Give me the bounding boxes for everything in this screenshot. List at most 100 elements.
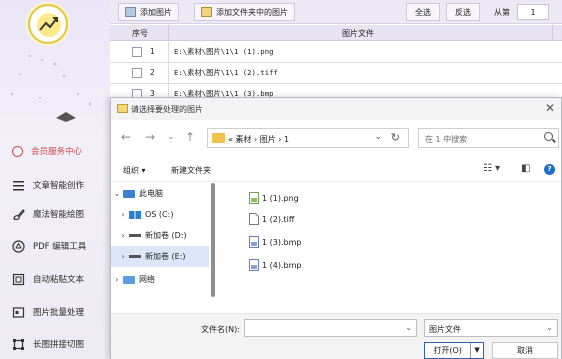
network-icon [123, 275, 135, 284]
select-all-button[interactable]: 全选 [406, 3, 440, 21]
computer-icon [123, 189, 135, 198]
up-arrow-icon[interactable]: ↑ [185, 130, 195, 144]
open-file-dialog: 请选择要处理的图片 ✕ ← → ⌄ ↑ « 素材 › 图片 › 1 ⌄ ↻ 在 … [110, 97, 562, 359]
dialog-folder-icon [117, 104, 128, 113]
tree-item-drive-d[interactable]: › 新加卷 (D:) [111, 225, 209, 246]
row-number: 2 [150, 68, 155, 77]
address-dropdown-icon[interactable]: ⌄ [374, 132, 382, 142]
sidebar-item-pdf-tools[interactable]: PDF 编辑工具 [0, 231, 110, 261]
drive-icon [129, 255, 141, 258]
invert-selection-label: 反选 [455, 7, 471, 17]
cancel-button[interactable]: 取消 [492, 342, 558, 359]
pdf-icon [12, 239, 25, 253]
filename-label: 文件名(N): [201, 325, 240, 334]
tree-item-label: 新加卷 (D:) [145, 231, 187, 240]
image-batch-icon [12, 306, 25, 319]
sidebar-decoration [10, 54, 92, 122]
search-input[interactable]: 在 1 中搜索 [418, 128, 559, 148]
search-icon [544, 132, 553, 141]
navigation-pane: ⌄ 此电脑 › OS (C:) › 新加卷 (D:) › 新加卷 (E:) › … [111, 183, 215, 309]
from-index-input[interactable]: 1 [517, 4, 549, 20]
list-icon [12, 179, 25, 192]
column-header-file: 图片文件 [342, 29, 374, 38]
crop-icon [12, 338, 25, 351]
sidebar-item-article-writing[interactable]: 文章智能创作 [0, 170, 110, 200]
tree-item-drive-e[interactable]: › 新加卷 (E:) [111, 246, 209, 267]
table-row[interactable]: 2 E:\素材\图片\1\1 (2).tiff [110, 63, 562, 84]
open-button-label: 打开(O) [433, 346, 462, 355]
row-checkbox[interactable] [132, 47, 142, 57]
tiff-file-icon [249, 213, 259, 225]
sidebar-item-image-batch[interactable]: 图片批量处理 [0, 297, 110, 327]
preview-pane-icon[interactable]: ◧ [521, 163, 530, 174]
tree-item-this-pc[interactable]: ⌄ 此电脑 [111, 183, 209, 204]
column-header-no: 序号 [132, 29, 148, 38]
drive-icon [129, 210, 141, 219]
organize-button[interactable]: 组织 ▾ [123, 165, 146, 176]
add-folder-images-button[interactable]: 添加文件夹中的图片 [194, 3, 295, 21]
user-icon [12, 145, 23, 157]
filetype-value: 图片文件 [429, 325, 461, 334]
sidebar-item-member-center[interactable]: 会员服务中心 [0, 136, 110, 166]
table-row[interactable]: 1 E:\素材\图片\1\1 (1).png [110, 42, 562, 63]
expand-chevron-icon[interactable]: ⌄ [111, 189, 123, 198]
expand-chevron-icon[interactable]: › [111, 275, 123, 284]
add-folder-images-label: 添加文件夹中的图片 [216, 7, 288, 17]
file-item[interactable]: 1 (4).bmp [249, 256, 301, 274]
file-item[interactable]: 1 (1).png [249, 189, 299, 207]
filename-input[interactable]: ⌄ [244, 319, 417, 337]
row-file-path: E:\素材\图片\1\1 (2).tiff [174, 68, 278, 77]
invert-selection-button[interactable]: 反选 [446, 3, 480, 21]
chevron-down-icon[interactable]: ⌄ [405, 323, 412, 332]
add-image-button[interactable]: 添加图片 [118, 3, 179, 21]
dialog-navbar: ← → ⌄ ↑ « 素材 › 图片 › 1 ⌄ ↻ 在 1 中搜索 [111, 124, 561, 152]
file-name: 1 (1).png [262, 193, 299, 203]
new-folder-button[interactable]: 新建文件夹 [171, 165, 211, 176]
expand-chevron-icon[interactable]: › [117, 231, 129, 240]
png-file-icon [249, 192, 259, 204]
tree-item-network[interactable]: › 网络 [111, 269, 209, 290]
tree-item-drive-c[interactable]: › OS (C:) [111, 204, 209, 225]
back-arrow-icon[interactable]: ← [121, 130, 131, 144]
help-icon[interactable]: ? [544, 164, 555, 175]
file-item[interactable]: 1 (2).tiff [249, 210, 294, 228]
open-button[interactable]: 打开(O) ▼ [424, 342, 484, 359]
file-name: 1 (2).tiff [262, 214, 295, 224]
address-bar[interactable]: « 素材 › 图片 › 1 ⌄ ↻ [207, 128, 409, 148]
file-name: 1 (3).bmp [262, 237, 302, 247]
chevron-down-icon: ⌄ [546, 323, 553, 332]
row-checkbox[interactable] [132, 68, 142, 78]
expand-chevron-icon[interactable]: › [117, 210, 129, 219]
row-number: 1 [150, 47, 155, 56]
forward-arrow-icon[interactable]: → [145, 130, 155, 144]
file-item[interactable]: 1 (3).bmp [249, 233, 301, 251]
refresh-icon[interactable]: ↻ [391, 131, 400, 144]
from-label: 从第 [494, 8, 510, 17]
tree-item-label: OS (C:) [145, 210, 174, 219]
breadcrumb: « 素材 › 图片 › 1 [228, 135, 290, 144]
sidebar-item-label: 图片批量处理 [33, 308, 85, 318]
close-icon[interactable]: ✕ [545, 101, 555, 115]
navigation-scrollbar[interactable] [211, 183, 215, 297]
search-placeholder: 在 1 中搜索 [425, 135, 468, 144]
sidebar-item-magic-drawing[interactable]: 魔法智能绘图 [0, 199, 110, 229]
filetype-select[interactable]: 图片文件 ⌄ [424, 319, 558, 337]
tree-item-label: 网络 [139, 275, 155, 284]
column-divider [168, 42, 169, 63]
sidebar-item-label: PDF 编辑工具 [33, 242, 87, 252]
sidebar-item-label: 长图拼接切图 [33, 340, 85, 350]
recent-locations-chevron-icon[interactable]: ⌄ [167, 132, 175, 142]
table-header: 序号 图片文件 [110, 25, 562, 41]
bmp-file-icon [249, 236, 259, 248]
paste-icon [12, 273, 25, 286]
sidebar-item-auto-paste[interactable]: 自动粘贴文本 [0, 264, 110, 294]
view-options-icon[interactable]: ☷ ▾ [483, 163, 500, 174]
row-file-path: E:\素材\图片\1\1 (1).png [174, 47, 274, 56]
file-list: 1 (1).png 1 (2).tiff 1 (3).bmp 1 (4).bmp [249, 183, 549, 309]
select-all-label: 全选 [415, 7, 431, 17]
main-toolbar: 添加图片 添加文件夹中的图片 全选 反选 从第 [110, 0, 562, 24]
expand-chevron-icon[interactable]: › [117, 252, 129, 261]
open-split-arrow-icon[interactable]: ▼ [470, 343, 483, 358]
file-name: 1 (4).bmp [262, 260, 302, 270]
sidebar-item-long-image[interactable]: 长图拼接切图 [0, 329, 110, 359]
